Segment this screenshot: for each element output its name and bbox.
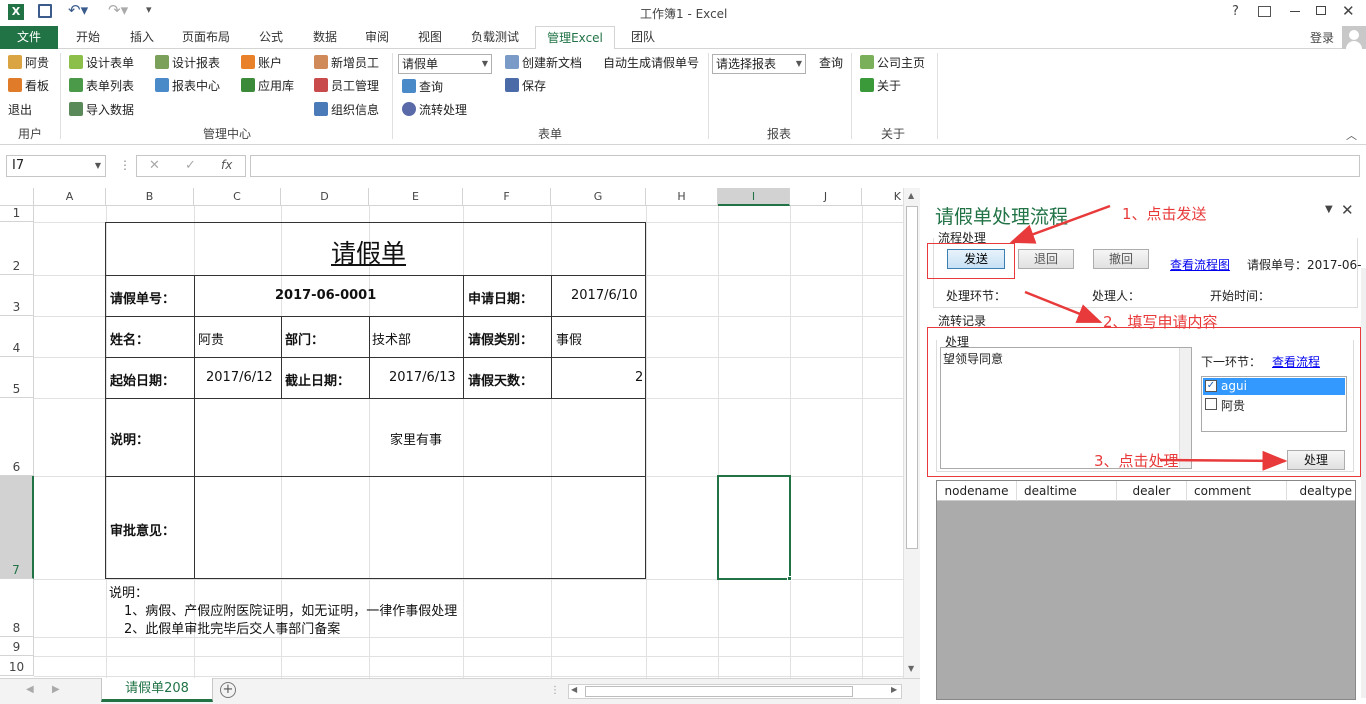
annotation-3: 3、点击处理 [1094, 452, 1179, 470]
annotation-arrows [1009, 204, 1288, 471]
annotation-2: 2、填写申请内容 [1103, 313, 1218, 331]
arrow-fill [1024, 290, 1103, 324]
annotation-1: 1、点击发送 [1122, 205, 1207, 223]
arrow-process [1159, 450, 1288, 471]
arrow-send [1009, 204, 1111, 244]
